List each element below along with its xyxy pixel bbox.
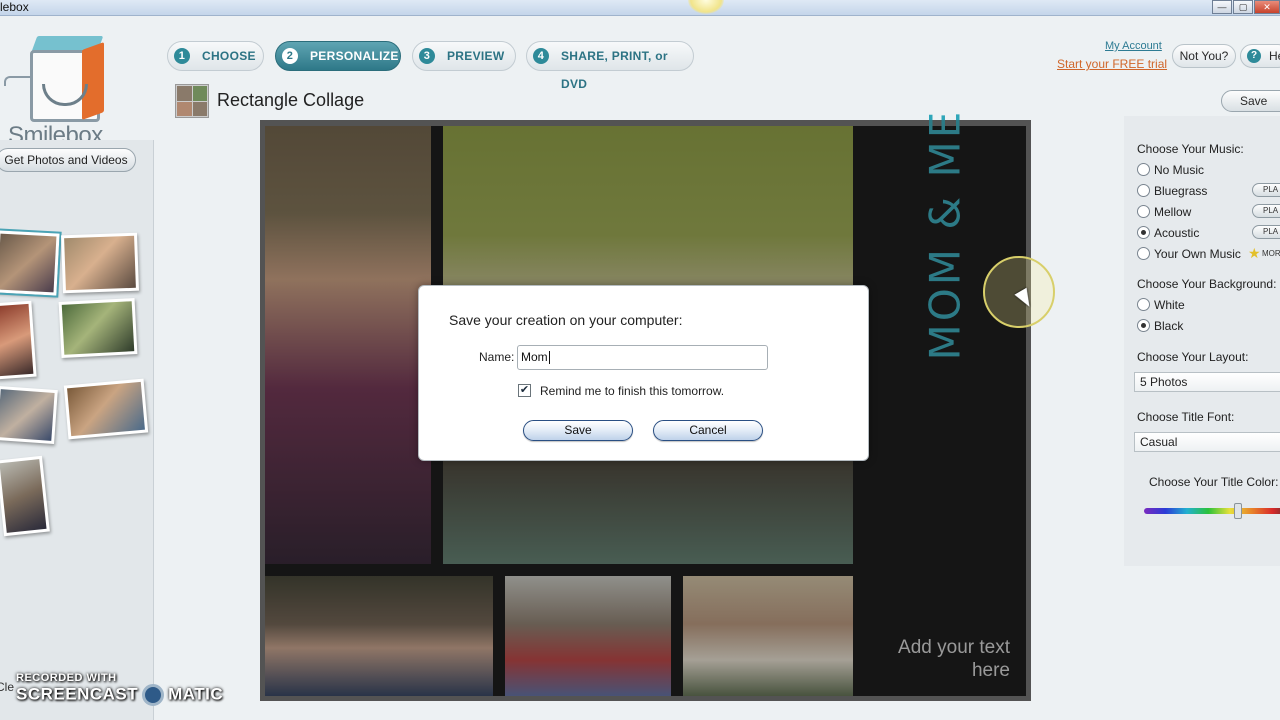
remind-label: Remind me to finish this tomorrow. bbox=[540, 384, 725, 398]
font-select[interactable]: Casual bbox=[1134, 432, 1280, 452]
photo-thumbnail[interactable] bbox=[0, 228, 62, 298]
window-controls: — ▢ ✕ bbox=[1211, 0, 1280, 14]
radio-black[interactable] bbox=[1137, 319, 1150, 332]
radio-own-music[interactable] bbox=[1137, 247, 1150, 260]
text-caret bbox=[548, 351, 550, 365]
step-label: CHOOSE bbox=[202, 49, 256, 63]
music-label: Choose Your Music: bbox=[1137, 142, 1244, 156]
photo-thumbnail[interactable] bbox=[61, 232, 139, 294]
plug-icon bbox=[4, 76, 32, 86]
screencast-watermark: RECORDED WITH SCREENCAST MATIC bbox=[16, 672, 223, 706]
name-label: Name: bbox=[479, 350, 515, 364]
step-preview[interactable]: 3 PREVIEW bbox=[412, 41, 516, 71]
play-button[interactable]: PLA bbox=[1252, 204, 1280, 218]
clear-button[interactable]: Cle bbox=[0, 680, 16, 702]
step-label: SHARE, PRINT, or DVD bbox=[561, 49, 668, 91]
dialog-save-button[interactable]: Save bbox=[523, 420, 633, 441]
watermark-brand-1: SCREENCAST bbox=[16, 684, 139, 704]
play-button[interactable]: PLA bbox=[1252, 183, 1280, 197]
save-dialog: Save your creation on your computer: Nam… bbox=[418, 285, 869, 461]
app-area: Smilebox 1 CHOOSE 2 PERSONALIZE 3 PREVIE… bbox=[0, 16, 1280, 720]
layout-select[interactable]: 5 Photos bbox=[1134, 372, 1280, 392]
name-input-value: Mom bbox=[521, 350, 548, 364]
smilebox-logo: Smilebox bbox=[4, 30, 134, 150]
title-color-slider[interactable] bbox=[1144, 503, 1280, 519]
close-button[interactable]: ✕ bbox=[1254, 0, 1280, 14]
maximize-button[interactable]: ▢ bbox=[1233, 0, 1253, 14]
step-number: 1 bbox=[174, 48, 190, 64]
watermark-line1: RECORDED WITH bbox=[16, 672, 117, 684]
logo-flap bbox=[82, 41, 104, 121]
font-label: Choose Title Font: bbox=[1137, 410, 1235, 424]
remind-checkbox[interactable]: ✔ bbox=[518, 384, 531, 397]
radio-mellow[interactable] bbox=[1137, 205, 1150, 218]
step-number: 4 bbox=[533, 48, 549, 64]
options-panel: Choose Your Music: No Music Bluegrass PL… bbox=[1124, 116, 1280, 566]
step-choose[interactable]: 1 CHOOSE bbox=[167, 41, 264, 71]
background-label: Choose Your Background: bbox=[1137, 277, 1277, 291]
dialog-title: Save your creation on your computer: bbox=[449, 312, 683, 328]
get-photos-button[interactable]: Get Photos and Videos bbox=[0, 148, 136, 172]
photo-tray: Get Photos and Videos Cle bbox=[0, 140, 154, 720]
help-label: He bbox=[1269, 49, 1280, 63]
radio-label: Bluegrass bbox=[1154, 184, 1208, 198]
window-titlebar: lebox — ▢ ✕ bbox=[0, 0, 1280, 16]
radio-acoustic[interactable] bbox=[1137, 226, 1150, 239]
watermark-brand-2: MATIC bbox=[168, 684, 224, 704]
radio-white[interactable] bbox=[1137, 298, 1150, 311]
step-label: PERSONALIZE bbox=[310, 49, 399, 63]
step-personalize[interactable]: 2 PERSONALIZE bbox=[275, 41, 401, 71]
photo-thumbnail[interactable] bbox=[0, 385, 58, 445]
more-label: MOR bbox=[1262, 249, 1280, 258]
photo-thumbnail[interactable] bbox=[63, 378, 149, 440]
watermark-line2: SCREENCAST MATIC bbox=[16, 684, 223, 706]
collage-icon bbox=[175, 84, 209, 118]
radio-label: No Music bbox=[1154, 163, 1205, 177]
save-button[interactable]: Save bbox=[1221, 90, 1280, 112]
name-input[interactable]: Mom bbox=[517, 345, 768, 370]
radio-no-music[interactable] bbox=[1137, 163, 1150, 176]
help-icon: ? bbox=[1247, 49, 1261, 63]
not-you-button[interactable]: Not You? bbox=[1172, 44, 1236, 68]
radio-label: Black bbox=[1154, 319, 1184, 333]
step-number: 3 bbox=[419, 48, 435, 64]
photo-thumbnail[interactable] bbox=[0, 455, 50, 537]
radio-label: White bbox=[1154, 298, 1185, 312]
radio-bluegrass[interactable] bbox=[1137, 184, 1150, 197]
step-number: 2 bbox=[282, 48, 298, 64]
dialog-cancel-button[interactable]: Cancel bbox=[653, 420, 763, 441]
star-icon: ★ bbox=[1248, 245, 1261, 261]
screencast-logo-icon bbox=[142, 684, 165, 706]
color-label: Choose Your Title Color: bbox=[1149, 475, 1279, 489]
radio-label: Your Own Music bbox=[1154, 247, 1241, 261]
photo-thumbnail[interactable] bbox=[0, 300, 37, 380]
creation-title: Rectangle Collage bbox=[217, 90, 365, 110]
step-label: PREVIEW bbox=[447, 49, 505, 63]
layout-label: Choose Your Layout: bbox=[1137, 350, 1249, 364]
play-button[interactable]: PLA bbox=[1252, 225, 1280, 239]
radio-label: Mellow bbox=[1154, 205, 1192, 219]
radio-label: Acoustic bbox=[1154, 226, 1200, 240]
free-trial-link[interactable]: Start your FREE trial bbox=[1057, 57, 1167, 71]
step-share[interactable]: 4 SHARE, PRINT, or DVD bbox=[526, 41, 694, 91]
window-title: lebox bbox=[0, 0, 29, 14]
decorative-glow bbox=[688, 0, 724, 14]
my-account-link[interactable]: My Account bbox=[1105, 40, 1162, 52]
help-button[interactable]: ? He bbox=[1240, 44, 1280, 68]
slider-handle[interactable] bbox=[1234, 503, 1242, 519]
more-music-button[interactable]: ★ MOR bbox=[1248, 245, 1280, 261]
minimize-button[interactable]: — bbox=[1212, 0, 1232, 14]
photo-thumbnail[interactable] bbox=[58, 298, 138, 358]
